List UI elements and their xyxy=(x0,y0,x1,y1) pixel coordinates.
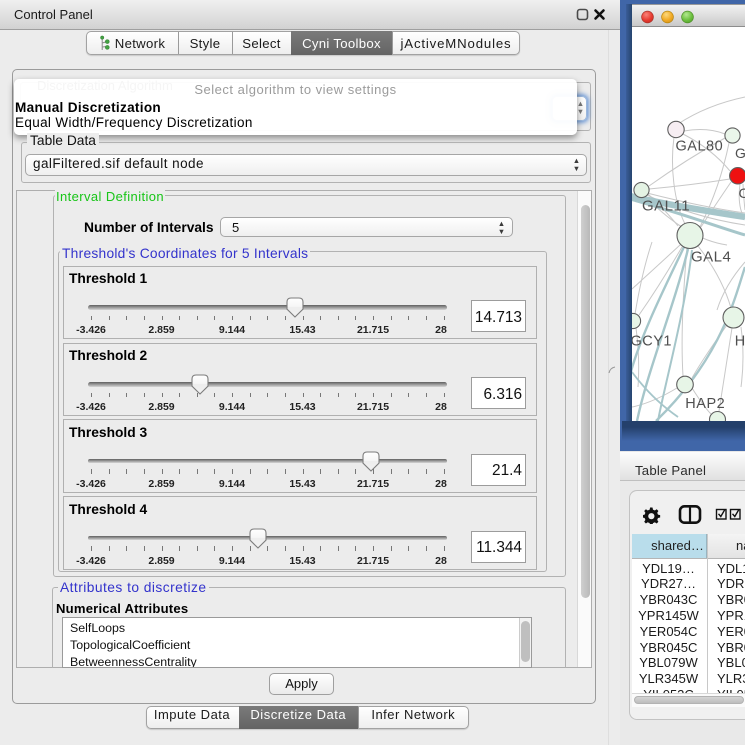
svg-text:HAP2: HAP2 xyxy=(685,396,725,412)
svg-text:C: C xyxy=(739,185,745,201)
svg-text:GA: GA xyxy=(735,145,745,161)
svg-text:GAL4: GAL4 xyxy=(691,249,731,266)
svg-text:GCY1: GCY1 xyxy=(632,334,672,350)
svg-text:GAL11: GAL11 xyxy=(642,198,690,215)
svg-text:GAL80: GAL80 xyxy=(676,139,724,155)
svg-text:H: H xyxy=(735,333,745,349)
